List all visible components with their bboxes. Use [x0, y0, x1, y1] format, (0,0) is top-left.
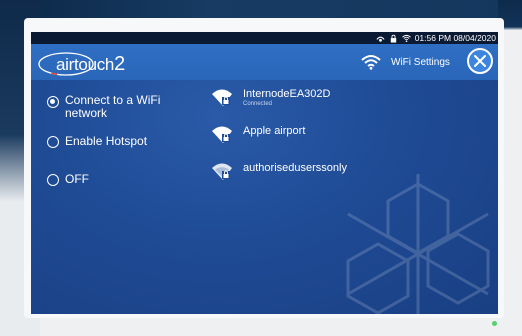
clock-date: 01:56 PM 08/04/2020	[414, 33, 496, 43]
option-label: Enable Hotspot	[65, 134, 148, 148]
wifi-lock-icon	[212, 163, 232, 180]
lock-icon	[390, 34, 396, 43]
logo-text: airtouch2	[56, 53, 125, 75]
network-item[interactable]: Apple airport	[211, 121, 411, 151]
network-name: authoriseduserssonly	[243, 162, 347, 174]
radio-selected[interactable]	[47, 96, 59, 108]
page-title: WiFi Settings	[361, 51, 450, 73]
radio-unselected[interactable]	[47, 174, 59, 186]
network-status: Connected	[243, 101, 273, 107]
touch-screen: 01:56 PM 08/04/2020 airtouch2 WiFi Setti…	[31, 32, 498, 314]
app-header: airtouch2 WiFi Settings	[31, 44, 498, 80]
close-icon	[474, 55, 486, 67]
option-connect-wifi[interactable]: Connect to a WiFi network	[47, 94, 160, 120]
power-led	[492, 321, 497, 326]
option-label: Connect to a WiFi network	[65, 93, 161, 120]
radio-unselected[interactable]	[47, 136, 59, 148]
option-enable-hotspot[interactable]: Enable Hotspot	[47, 134, 147, 148]
option-label: OFF	[65, 172, 89, 186]
network-name: InternodeEA302D	[243, 88, 331, 100]
wifi-icon	[401, 34, 411, 42]
airtouch-logo: airtouch2	[37, 50, 127, 76]
wifi-lock-icon	[212, 89, 232, 106]
option-off[interactable]: OFF	[47, 172, 89, 186]
background-top	[0, 0, 522, 18]
wifi-settings-title: WiFi Settings	[391, 56, 450, 68]
signal-icon	[376, 36, 385, 42]
wifi-lock-icon	[212, 126, 232, 143]
close-button[interactable]	[467, 48, 493, 74]
wifi-icon	[361, 55, 381, 70]
snowflake-pattern	[346, 174, 490, 314]
network-name: Apple airport	[243, 125, 306, 137]
status-bar: 01:56 PM 08/04/2020	[31, 32, 498, 44]
network-item[interactable]: InternodeEA302D Connected	[211, 84, 411, 114]
